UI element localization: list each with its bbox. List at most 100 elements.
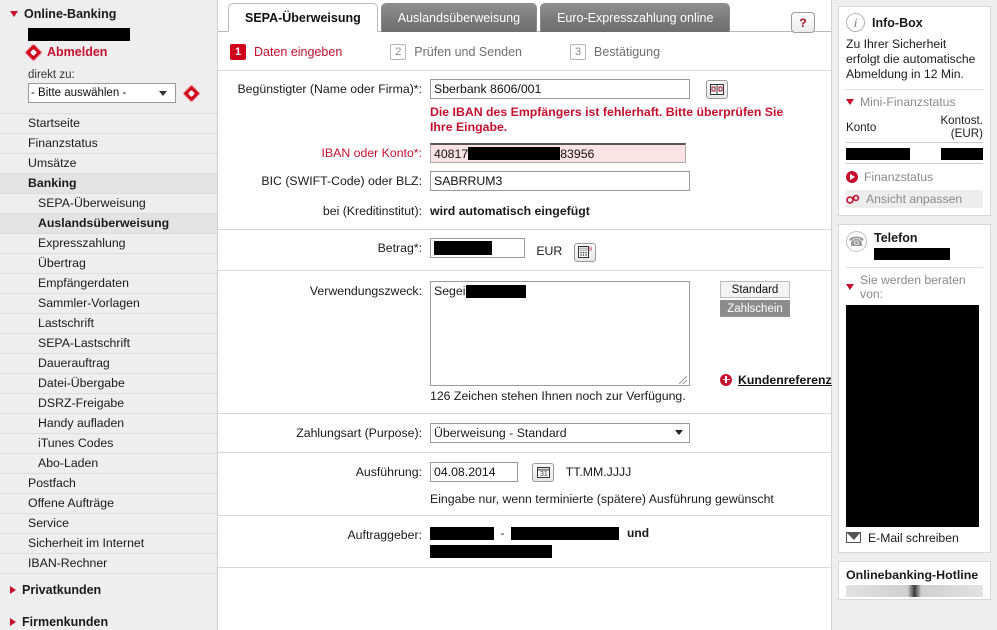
bic-input[interactable]: SABRRUM3	[430, 171, 690, 192]
betrag-value-redacted	[434, 241, 492, 256]
sidebar-section-firmenkunden[interactable]: Firmenkunden	[0, 606, 217, 630]
betrag-input[interactable]	[430, 238, 525, 259]
info-box-title: Info-Box	[872, 15, 923, 30]
verwendungszweck-value-prefix: Segei	[434, 283, 466, 298]
sidebar-collapsed-sections: PrivatkundenFirmenkundenSpezielle Angebo…	[0, 574, 217, 630]
cell-konto-redacted	[846, 142, 910, 164]
button-zahlschein[interactable]: Zahlschein	[720, 299, 790, 317]
sidebar-item-uebertrag[interactable]: Übertrag	[0, 254, 217, 275]
sidebar-item-umsaetze[interactable]: Umsätze	[0, 154, 217, 175]
button-standard[interactable]: Standard	[720, 280, 790, 298]
calendar-icon[interactable]: 31	[532, 462, 555, 482]
left-sidebar: Online-Banking Abmelden direkt zu: - Bit…	[0, 0, 218, 630]
sidebar-item-lastschrift[interactable]: Lastschrift	[0, 314, 217, 335]
form-row-iban: IBAN oder Konto*: 40817 83956	[218, 143, 831, 171]
info-icon: i	[846, 13, 865, 32]
step-label: Daten eingeben	[254, 45, 343, 59]
sidebar-item-iban-rechner[interactable]: IBAN-Rechner	[0, 554, 217, 575]
sidebar-item-handy-aufladen[interactable]: Handy aufladen	[0, 414, 217, 435]
sidebar-item-offene-auftraege[interactable]: Offene Aufträge	[0, 494, 217, 515]
svg-text:31: 31	[540, 471, 548, 478]
sidebar-item-expresszahlung[interactable]: Expresszahlung	[0, 234, 217, 255]
tab-label: Euro-Expresszahlung online	[557, 11, 714, 25]
kundenreferenz-label: Kundenreferenz	[738, 372, 832, 387]
mini-finanzstatus-header[interactable]: Mini-Finanzstatus	[846, 95, 983, 109]
auftraggeber-line1: - und	[430, 525, 831, 541]
auftraggeber-und: und	[627, 525, 650, 540]
table-row	[846, 142, 983, 164]
beneficiary-label: Begünstigter (Name oder Firma)*:	[237, 82, 422, 96]
tab-euro-expresszahlung[interactable]: Euro-Expresszahlung online	[540, 3, 731, 32]
sidebar-item-empfaengerdaten[interactable]: Empfängerdaten	[0, 274, 217, 295]
help-button[interactable]: ?	[791, 12, 815, 33]
zahlungsart-select[interactable]: Überweisung - Standard	[430, 422, 690, 443]
form-row-ausfuehrung: Ausführung: 04.08.2014 31 TT.MM.JJJJ Ein…	[218, 453, 831, 516]
tab-label: SEPA-Überweisung	[245, 11, 361, 25]
beneficiary-control: Sberbank 8606/001	[430, 79, 831, 100]
verwendungszweck-textarea[interactable]: Segei	[430, 280, 690, 386]
col-konto: Konto	[846, 114, 910, 143]
mini-finanzstatus-title: Mini-Finanzstatus	[860, 95, 956, 109]
sidebar-section-online-banking[interactable]: Online-Banking	[0, 0, 217, 25]
form-row-kreditinstitut: bei (Kreditinstitut): wird automatisch e…	[218, 199, 831, 231]
tab-auslandsueberweisung[interactable]: Auslandsüberweisung	[380, 3, 538, 32]
kundenreferenz-link[interactable]: Kundenreferenz	[720, 373, 832, 387]
step-2-pruefen-und-senden[interactable]: 2 Prüfen und Senden	[390, 44, 522, 60]
tab-sepa-ueberweisung[interactable]: SEPA-Überweisung	[228, 3, 378, 32]
step-1-daten-eingeben[interactable]: 1 Daten eingeben	[230, 44, 342, 60]
verwendungszweck-counter: 126 Zeichen stehen Ihnen noch zur Verfüg…	[430, 388, 686, 403]
form-row-beneficiary: Begünstigter (Name oder Firma)*: Sberban…	[218, 71, 831, 103]
phone-header: ☎ Telefon	[846, 231, 983, 260]
zahlungsart-selected: Überweisung - Standard	[434, 425, 567, 440]
advisor-header[interactable]: Sie werden beraten von:	[846, 273, 983, 301]
tab-strip: SEPA-Überweisung Auslandsüberweisung Eur…	[218, 0, 831, 33]
sidebar-item-sepa-lastschrift[interactable]: SEPA-Lastschrift	[0, 334, 217, 355]
sidebar-item-sicherheit-im-internet[interactable]: Sicherheit im Internet	[0, 534, 217, 555]
resize-grip-icon[interactable]	[679, 375, 687, 384]
ausfuehrung-input[interactable]: 04.08.2014	[430, 461, 518, 482]
direkt-zu-select[interactable]: - Bitte auswählen -	[28, 83, 176, 104]
sidebar-item-dauerauftrag[interactable]: Dauerauftrag	[0, 354, 217, 375]
sidebar-item-sepa-ueberweisung[interactable]: SEPA-Überweisung	[0, 194, 217, 215]
link-finanzstatus[interactable]: Finanzstatus	[846, 170, 983, 184]
calculator-icon[interactable]: %	[573, 242, 596, 262]
contact-card: ☎ Telefon Sie werden beraten von: E-Mail…	[838, 224, 991, 553]
phone-icon: ☎	[846, 231, 867, 252]
step-number: 1	[230, 44, 246, 60]
sidebar-item-datei-uebergabe[interactable]: Datei-Übergabe	[0, 374, 217, 395]
sidebar-item-dsrz-freigabe[interactable]: DSRZ-Freigabe	[0, 394, 217, 415]
sidebar-item-itunes-codes[interactable]: iTunes Codes	[0, 434, 217, 455]
direkt-zu-go-button[interactable]	[182, 84, 201, 103]
sidebar-item-abo-laden[interactable]: Abo-Laden	[0, 454, 217, 475]
sidebar-item-finanzstatus[interactable]: Finanzstatus	[0, 134, 217, 155]
bic-label: BIC (SWIFT-Code) oder BLZ:	[261, 174, 422, 189]
sidebar-section-privatkunden[interactable]: Privatkunden	[0, 574, 217, 606]
direkt-zu-selected: - Bitte auswählen -	[31, 87, 127, 100]
table-header-row: Konto Kontost. (EUR)	[846, 114, 983, 143]
form-row-auftraggeber: Auftraggeber: - und	[218, 516, 831, 569]
logout-link[interactable]: Abmelden	[24, 43, 217, 62]
sidebar-item-banking[interactable]: Banking	[0, 174, 217, 195]
form-row-verwendungszweck: Verwendungszweck: Segei 126 Zeichen steh…	[218, 271, 832, 414]
sidebar-item-sammler-vorlagen[interactable]: Sammler-Vorlagen	[0, 294, 217, 315]
kreditinstitut-label: bei (Kreditinstitut):	[322, 204, 422, 219]
address-book-icon[interactable]	[706, 80, 729, 100]
chevron-right-icon	[10, 586, 16, 595]
settings-tools-icon	[846, 194, 860, 205]
iban-value-redacted	[468, 147, 561, 161]
sidebar-username-redacted	[28, 27, 217, 42]
divider	[846, 266, 983, 268]
step-number: 2	[390, 44, 407, 60]
sidebar-item-service[interactable]: Service	[0, 514, 217, 535]
link-ansicht-anpassen[interactable]: Ansicht anpassen	[846, 190, 983, 208]
sidebar-item-startseite[interactable]: Startseite	[0, 113, 217, 135]
hotline-title: Onlinebanking-Hotline	[846, 567, 979, 582]
step-3-bestaetigung[interactable]: 3 Bestätigung	[570, 44, 660, 60]
beneficiary-input[interactable]: Sberbank 8606/001	[430, 79, 690, 99]
iban-input[interactable]: 40817 83956	[430, 143, 686, 164]
email-link[interactable]: E-Mail schreiben	[846, 531, 983, 545]
purpose-mode-buttons: Standard Zahlschein	[720, 280, 812, 319]
auftraggeber-line2	[430, 544, 831, 559]
sidebar-item-auslandsueberweisung[interactable]: Auslandsüberweisung	[0, 214, 217, 235]
sidebar-item-postfach[interactable]: Postfach	[0, 474, 217, 495]
